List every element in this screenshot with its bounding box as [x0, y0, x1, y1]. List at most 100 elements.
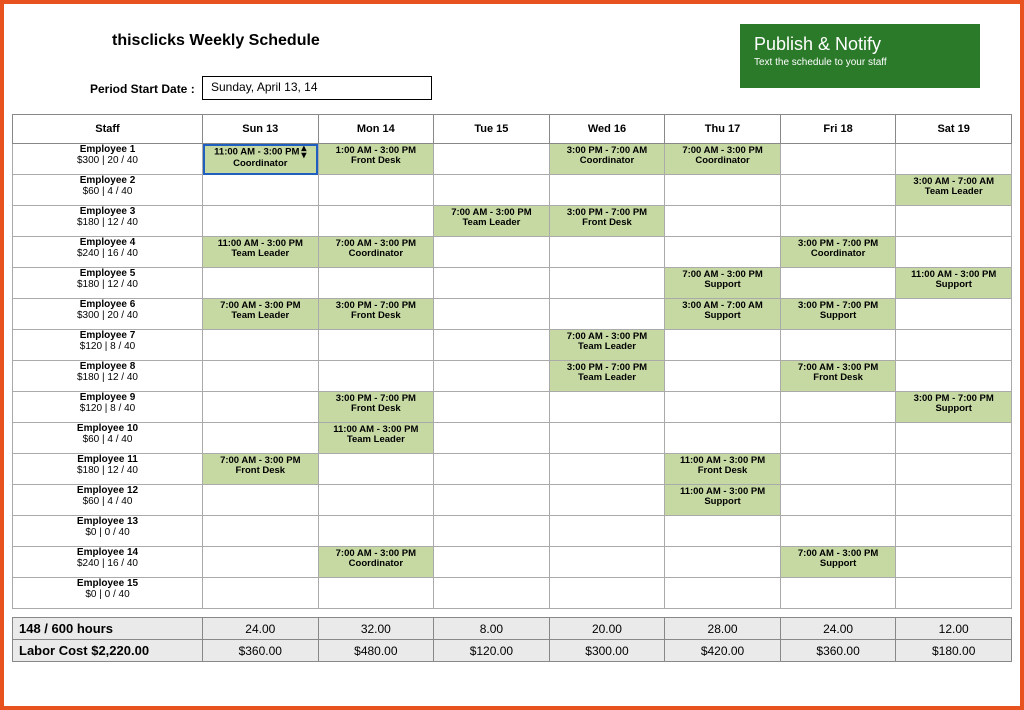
shift-cell[interactable] — [203, 268, 319, 299]
shift-cell[interactable] — [665, 361, 781, 392]
shift-cell[interactable] — [434, 578, 550, 609]
shift-cell[interactable] — [434, 299, 550, 330]
shift-cell[interactable]: 3:00 PM - 7:00 PMSupport — [896, 392, 1012, 423]
shift-cell[interactable] — [318, 516, 434, 547]
shift-cell[interactable] — [549, 392, 665, 423]
shift-cell[interactable]: 7:00 AM - 3:00 PMCoordinator — [665, 144, 781, 175]
shift-cell[interactable] — [665, 547, 781, 578]
shift-cell[interactable] — [896, 454, 1012, 485]
shift-cell[interactable]: 7:00 AM - 3:00 PMSupport — [780, 547, 896, 578]
shift-cell[interactable] — [549, 485, 665, 516]
stepper-icon[interactable]: ▴▾ — [301, 145, 306, 159]
shift-cell[interactable] — [665, 516, 781, 547]
shift-cell[interactable] — [434, 237, 550, 268]
shift-cell[interactable] — [203, 206, 319, 237]
shift-cell[interactable] — [780, 454, 896, 485]
shift-cell[interactable]: 3:00 AM - 7:00 AMTeam Leader — [896, 175, 1012, 206]
shift-cell[interactable] — [780, 516, 896, 547]
shift-cell[interactable] — [780, 330, 896, 361]
shift-cell[interactable] — [896, 330, 1012, 361]
shift-cell[interactable] — [318, 175, 434, 206]
shift-cell[interactable] — [780, 423, 896, 454]
shift-cell[interactable]: 3:00 PM - 7:00 PMFront Desk — [549, 206, 665, 237]
shift-cell[interactable] — [665, 578, 781, 609]
shift-cell[interactable] — [203, 578, 319, 609]
shift-cell[interactable] — [318, 485, 434, 516]
shift-cell[interactable]: 11:00 AM - 3:00 PMSupport — [665, 485, 781, 516]
shift-cell[interactable] — [549, 237, 665, 268]
shift-cell[interactable] — [896, 516, 1012, 547]
shift-cell[interactable] — [434, 330, 550, 361]
shift-cell[interactable] — [896, 237, 1012, 268]
shift-cell[interactable]: 3:00 PM - 7:00 PMCoordinator — [780, 237, 896, 268]
shift-cell[interactable]: 7:00 AM - 3:00 PMTeam Leader — [203, 299, 319, 330]
shift-cell[interactable] — [549, 423, 665, 454]
shift-cell[interactable] — [665, 330, 781, 361]
shift-cell[interactable]: 11:00 AM - 3:00 PMSupport — [896, 268, 1012, 299]
shift-cell[interactable] — [203, 485, 319, 516]
shift-cell[interactable] — [896, 299, 1012, 330]
shift-cell[interactable] — [203, 423, 319, 454]
shift-cell[interactable] — [203, 547, 319, 578]
shift-cell[interactable] — [318, 206, 434, 237]
shift-cell[interactable] — [203, 392, 319, 423]
shift-cell[interactable]: 7:00 AM - 3:00 PMCoordinator — [318, 547, 434, 578]
shift-cell[interactable] — [549, 578, 665, 609]
shift-cell[interactable] — [434, 485, 550, 516]
shift-cell[interactable] — [780, 175, 896, 206]
shift-cell[interactable]: 7:00 AM - 3:00 PMTeam Leader — [549, 330, 665, 361]
shift-cell[interactable]: 11:00 AM - 3:00 PMTeam Leader — [318, 423, 434, 454]
shift-cell[interactable] — [203, 330, 319, 361]
shift-cell[interactable] — [665, 392, 781, 423]
shift-cell[interactable] — [780, 144, 896, 175]
shift-cell[interactable]: 3:00 PM - 7:00 PMFront Desk — [318, 392, 434, 423]
shift-cell[interactable] — [549, 454, 665, 485]
shift-cell[interactable]: 7:00 AM - 3:00 PMFront Desk — [203, 454, 319, 485]
shift-cell[interactable]: 7:00 AM - 3:00 PMTeam Leader — [434, 206, 550, 237]
shift-cell[interactable] — [434, 361, 550, 392]
shift-cell[interactable] — [896, 485, 1012, 516]
shift-cell[interactable] — [434, 392, 550, 423]
shift-cell[interactable] — [549, 268, 665, 299]
shift-cell[interactable] — [896, 206, 1012, 237]
shift-cell[interactable] — [665, 237, 781, 268]
shift-cell[interactable]: 3:00 PM - 7:00 PMTeam Leader — [549, 361, 665, 392]
shift-cell[interactable]: 1:00 AM - 3:00 PMFront Desk — [318, 144, 434, 175]
shift-cell[interactable] — [318, 361, 434, 392]
shift-cell[interactable]: 7:00 AM - 3:00 PMSupport — [665, 268, 781, 299]
shift-cell[interactable] — [780, 485, 896, 516]
shift-cell[interactable] — [203, 361, 319, 392]
shift-cell[interactable] — [780, 578, 896, 609]
shift-cell[interactable] — [318, 578, 434, 609]
shift-cell[interactable] — [665, 423, 781, 454]
shift-cell[interactable] — [549, 299, 665, 330]
shift-cell[interactable] — [203, 516, 319, 547]
shift-cell[interactable]: 3:00 PM - 7:00 AMCoordinator — [549, 144, 665, 175]
shift-cell[interactable] — [434, 516, 550, 547]
shift-cell[interactable]: 3:00 AM - 7:00 AMSupport — [665, 299, 781, 330]
shift-cell[interactable] — [434, 454, 550, 485]
shift-cell[interactable] — [780, 206, 896, 237]
publish-notify-button[interactable]: Publish & Notify Text the schedule to yo… — [740, 24, 980, 88]
shift-cell[interactable] — [896, 578, 1012, 609]
shift-cell[interactable] — [434, 144, 550, 175]
shift-cell[interactable]: 11:00 AM - 3:00 PMFront Desk — [665, 454, 781, 485]
shift-cell[interactable] — [665, 206, 781, 237]
shift-cell[interactable] — [434, 423, 550, 454]
shift-cell[interactable] — [665, 175, 781, 206]
shift-cell[interactable] — [549, 175, 665, 206]
shift-cell[interactable] — [896, 361, 1012, 392]
period-start-date-input[interactable]: Sunday, April 13, 14 — [202, 76, 432, 100]
shift-cell[interactable] — [896, 144, 1012, 175]
shift-cell[interactable]: 11:00 AM - 3:00 PM▴▾Coordinator — [203, 144, 319, 175]
shift-cell[interactable] — [549, 516, 665, 547]
shift-cell[interactable] — [434, 175, 550, 206]
shift-cell[interactable] — [549, 547, 665, 578]
shift-cell[interactable] — [203, 175, 319, 206]
shift-cell[interactable]: 3:00 PM - 7:00 PMSupport — [780, 299, 896, 330]
shift-cell[interactable] — [780, 392, 896, 423]
shift-cell[interactable] — [434, 547, 550, 578]
shift-cell[interactable] — [318, 268, 434, 299]
shift-cell[interactable]: 7:00 AM - 3:00 PMFront Desk — [780, 361, 896, 392]
shift-cell[interactable] — [780, 268, 896, 299]
